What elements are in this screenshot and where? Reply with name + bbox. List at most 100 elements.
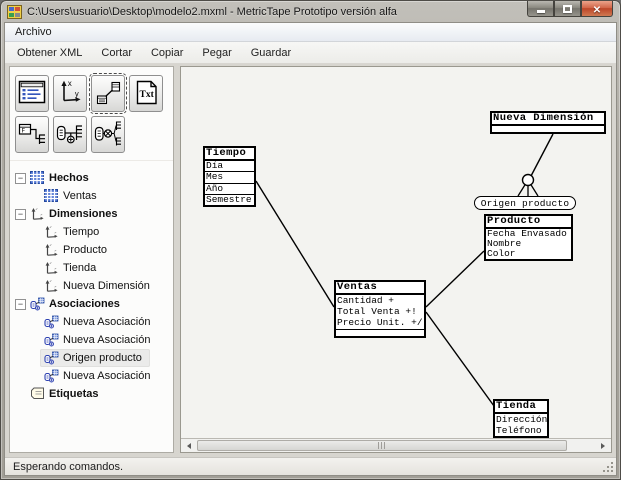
window-title: C:\Users\usuario\Desktop\modelo2.mxml - …	[27, 6, 481, 18]
tree-item-etiquetas[interactable]: Etiquetas	[12, 385, 171, 403]
tree-item-inner: Tienda	[40, 259, 104, 277]
association-oval-label: Origen producto	[481, 198, 570, 209]
association-icon	[30, 297, 45, 311]
palette-tool-text-label[interactable]: Txt	[129, 75, 163, 112]
tree-item-label: Nueva Asociación	[63, 370, 150, 382]
svg-text:F: F	[22, 127, 26, 134]
model-tree: HechosVentasDimensiones Tiempo ProductoTie…	[10, 161, 173, 452]
tree-item-label: Nueva Dimensión	[63, 280, 150, 292]
diagram-node-producto[interactable]: ProductoFecha EnvasadoNombreColor	[484, 214, 573, 261]
association-icon	[44, 315, 59, 329]
palette-tool-dimension-link[interactable]	[53, 116, 87, 153]
tree-item-label: Tiempo	[63, 226, 99, 238]
tree-item-nueva-asociacion[interactable]: Nueva Asociación	[12, 331, 171, 349]
node-attribute: Cantidad +	[336, 295, 424, 306]
minimize-button[interactable]	[527, 1, 554, 17]
association-icon	[44, 333, 59, 347]
tree-item-nueva-asociacion[interactable]: Nueva Asociación	[12, 367, 171, 385]
tag-icon	[30, 387, 45, 401]
palette-tool-dimension-axis[interactable]: xy	[53, 75, 87, 112]
svg-text:y: y	[74, 89, 79, 98]
diagram-node-nueva-dimension[interactable]: Nueva Dimensión	[490, 111, 606, 134]
node-attribute: Año	[205, 184, 254, 195]
tool-palette: xy Txt F	[10, 67, 173, 161]
node-attribute: Mes	[205, 172, 254, 183]
app-window: C:\Users\usuario\Desktop\modelo2.mxml - …	[0, 0, 621, 480]
diagram-node-tiempo[interactable]: TiempoDíaMesAñoSemestre	[203, 146, 256, 207]
main-area: xy Txt F HechosVentasDimensiones Tiempo Prod…	[5, 64, 616, 457]
scrollbar-grip-icon	[378, 442, 387, 449]
palette-tool-association[interactable]	[91, 75, 125, 112]
horizontal-scrollbar[interactable]	[181, 438, 611, 452]
tree-item-inner: Tiempo	[40, 223, 107, 241]
collapse-expander-icon[interactable]	[15, 299, 26, 310]
node-attribute: Dirección	[495, 414, 547, 425]
tree-item-tiempo[interactable]: Tiempo	[12, 223, 171, 241]
close-button[interactable]	[581, 1, 613, 17]
node-rows: DíaMesAñoSemestre	[205, 161, 254, 205]
diagram-node-origen-producto[interactable]: Origen producto	[474, 196, 576, 210]
tree-item-inner: Nueva Asociación	[40, 313, 158, 331]
node-rows: Cantidad +Total Venta +!Precio Unit. +/	[336, 295, 424, 329]
scroll-right-button[interactable]	[595, 439, 611, 452]
diagram-node-tienda[interactable]: TiendaDirecciónTeléfono	[493, 399, 549, 438]
scrollbar-thumb[interactable]	[197, 440, 567, 451]
collapse-expander-icon[interactable]	[15, 173, 26, 184]
tree-item-nueva-asociacion[interactable]: Nueva Asociación	[12, 313, 171, 331]
tree-item-ventas[interactable]: Ventas	[12, 187, 171, 205]
diagram-canvas[interactable]: TiempoDíaMesAñoSemestre Nueva Dimensión Pr…	[181, 67, 611, 438]
tree-item-label: Etiquetas	[49, 388, 99, 400]
resize-grip[interactable]	[602, 461, 615, 474]
status-text: Esperando comandos.	[13, 461, 123, 473]
menu-bar: Archivo	[5, 23, 616, 42]
menu-item-archivo[interactable]: Archivo	[8, 24, 59, 40]
diagram-node-ventas[interactable]: VentasCantidad +Total Venta +!Precio Uni…	[334, 280, 426, 338]
client-area: Archivo Obtener XMLCortarCopiarPegarGuar…	[4, 22, 617, 476]
axis-icon	[44, 261, 59, 275]
tree-item-inner: Nueva Asociación	[40, 367, 158, 385]
toolbar-button-cortar[interactable]: Cortar	[93, 45, 140, 61]
dimension-link-tool-icon	[55, 119, 85, 151]
toolbar-button-pegar[interactable]: Pegar	[194, 45, 239, 61]
toolbar-button-guardar[interactable]: Guardar	[243, 45, 299, 61]
collapse-expander-icon[interactable]	[15, 209, 26, 220]
axis-icon	[44, 279, 59, 293]
fact-grid-icon	[30, 171, 45, 185]
tree-item-inner: Etiquetas	[26, 385, 107, 403]
palette-tool-fact-link[interactable]: F	[15, 116, 49, 153]
tree-item-origen-producto[interactable]: Origen producto	[12, 349, 171, 367]
tree-item-asociaciones[interactable]: Asociaciones	[12, 295, 171, 313]
tree-item-tienda[interactable]: Tienda	[12, 259, 171, 277]
tree-item-inner: Nueva Asociación	[40, 331, 158, 349]
multi-association-tool-icon	[93, 119, 123, 151]
fact-grid-icon	[44, 189, 59, 203]
palette-row: xy Txt	[15, 75, 169, 112]
palette-row: F	[15, 116, 169, 153]
node-attribute: Semestre	[205, 195, 254, 205]
tree-item-dimensiones[interactable]: Dimensiones	[12, 205, 171, 223]
node-attribute: Color	[486, 249, 571, 259]
palette-tool-multi-association[interactable]	[91, 116, 125, 153]
scrollbar-track[interactable]	[197, 440, 595, 451]
status-bar: Esperando comandos.	[5, 457, 616, 475]
tree-item-inner: Asociaciones	[26, 295, 128, 313]
close-icon	[593, 0, 601, 18]
toolbar-button-copiar[interactable]: Copiar	[143, 45, 191, 61]
window-controls	[527, 1, 613, 17]
node-title: Tienda	[495, 401, 547, 414]
maximize-button[interactable]	[554, 1, 581, 17]
tree-item-nueva-dimension[interactable]: Nueva Dimensión	[12, 277, 171, 295]
node-attribute: Fecha Envasado	[486, 229, 571, 239]
title-bar: C:\Users\usuario\Desktop\modelo2.mxml - …	[1, 1, 620, 22]
palette-tool-fact-table[interactable]	[15, 75, 49, 112]
tree-item-producto[interactable]: Producto	[12, 241, 171, 259]
tree-item-hechos[interactable]: Hechos	[12, 169, 171, 187]
scroll-left-button[interactable]	[181, 439, 197, 452]
toolbar-button-obtener-xml[interactable]: Obtener XML	[9, 45, 90, 61]
association-connector-icon	[523, 175, 534, 186]
node-attribute: Total Venta +!	[336, 306, 424, 317]
text-label-tool-icon: Txt	[133, 79, 160, 109]
svg-text:x: x	[67, 79, 72, 88]
tree-item-label: Asociaciones	[49, 298, 120, 310]
scroll-right-icon	[601, 443, 605, 449]
